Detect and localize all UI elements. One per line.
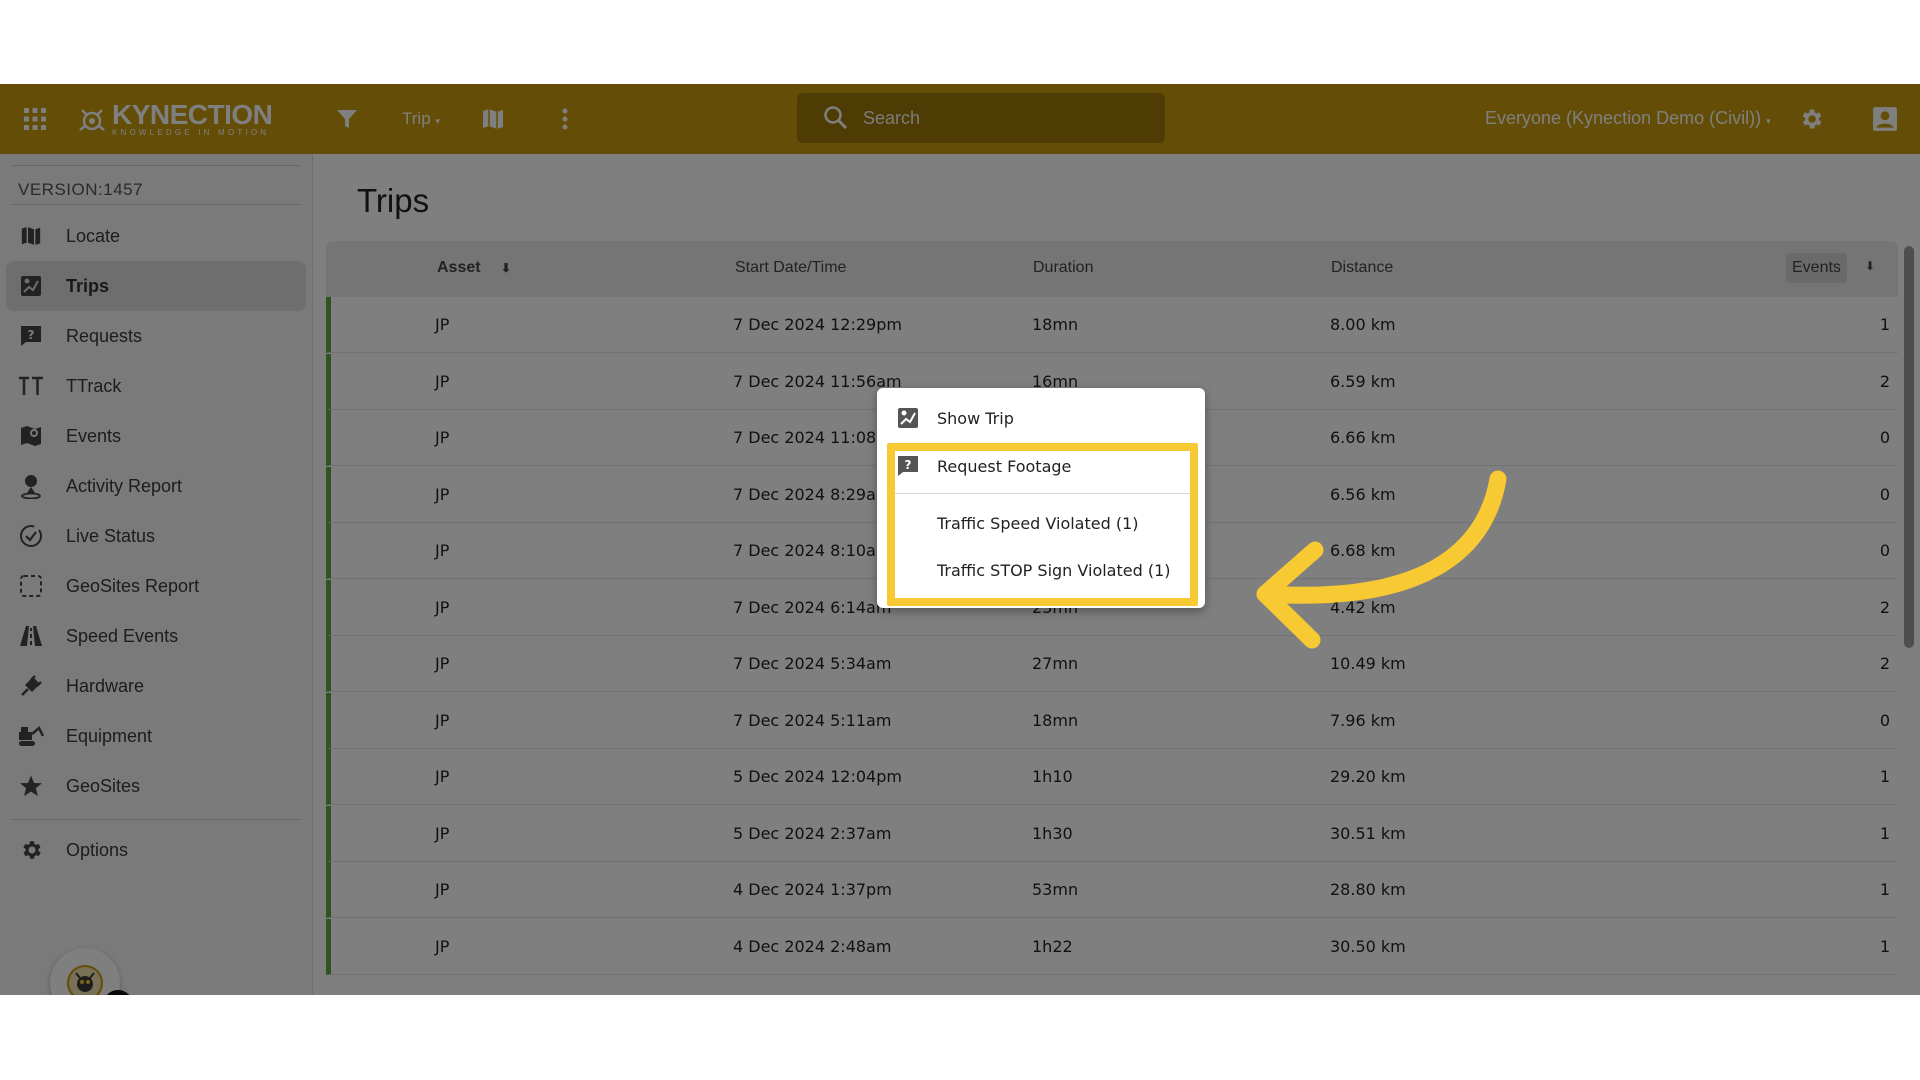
highlight-box — [887, 443, 1198, 606]
menu-item-label: Show Trip — [937, 408, 1014, 428]
trip-map-icon — [895, 405, 921, 431]
menu-item-show-trip[interactable]: Show Trip — [877, 396, 1205, 440]
annotation-arrow-icon — [1256, 470, 1507, 649]
app-frame: KYNECTION KNOWLEDGE IN MOTION Trip ▾ Eve… — [0, 84, 1920, 995]
